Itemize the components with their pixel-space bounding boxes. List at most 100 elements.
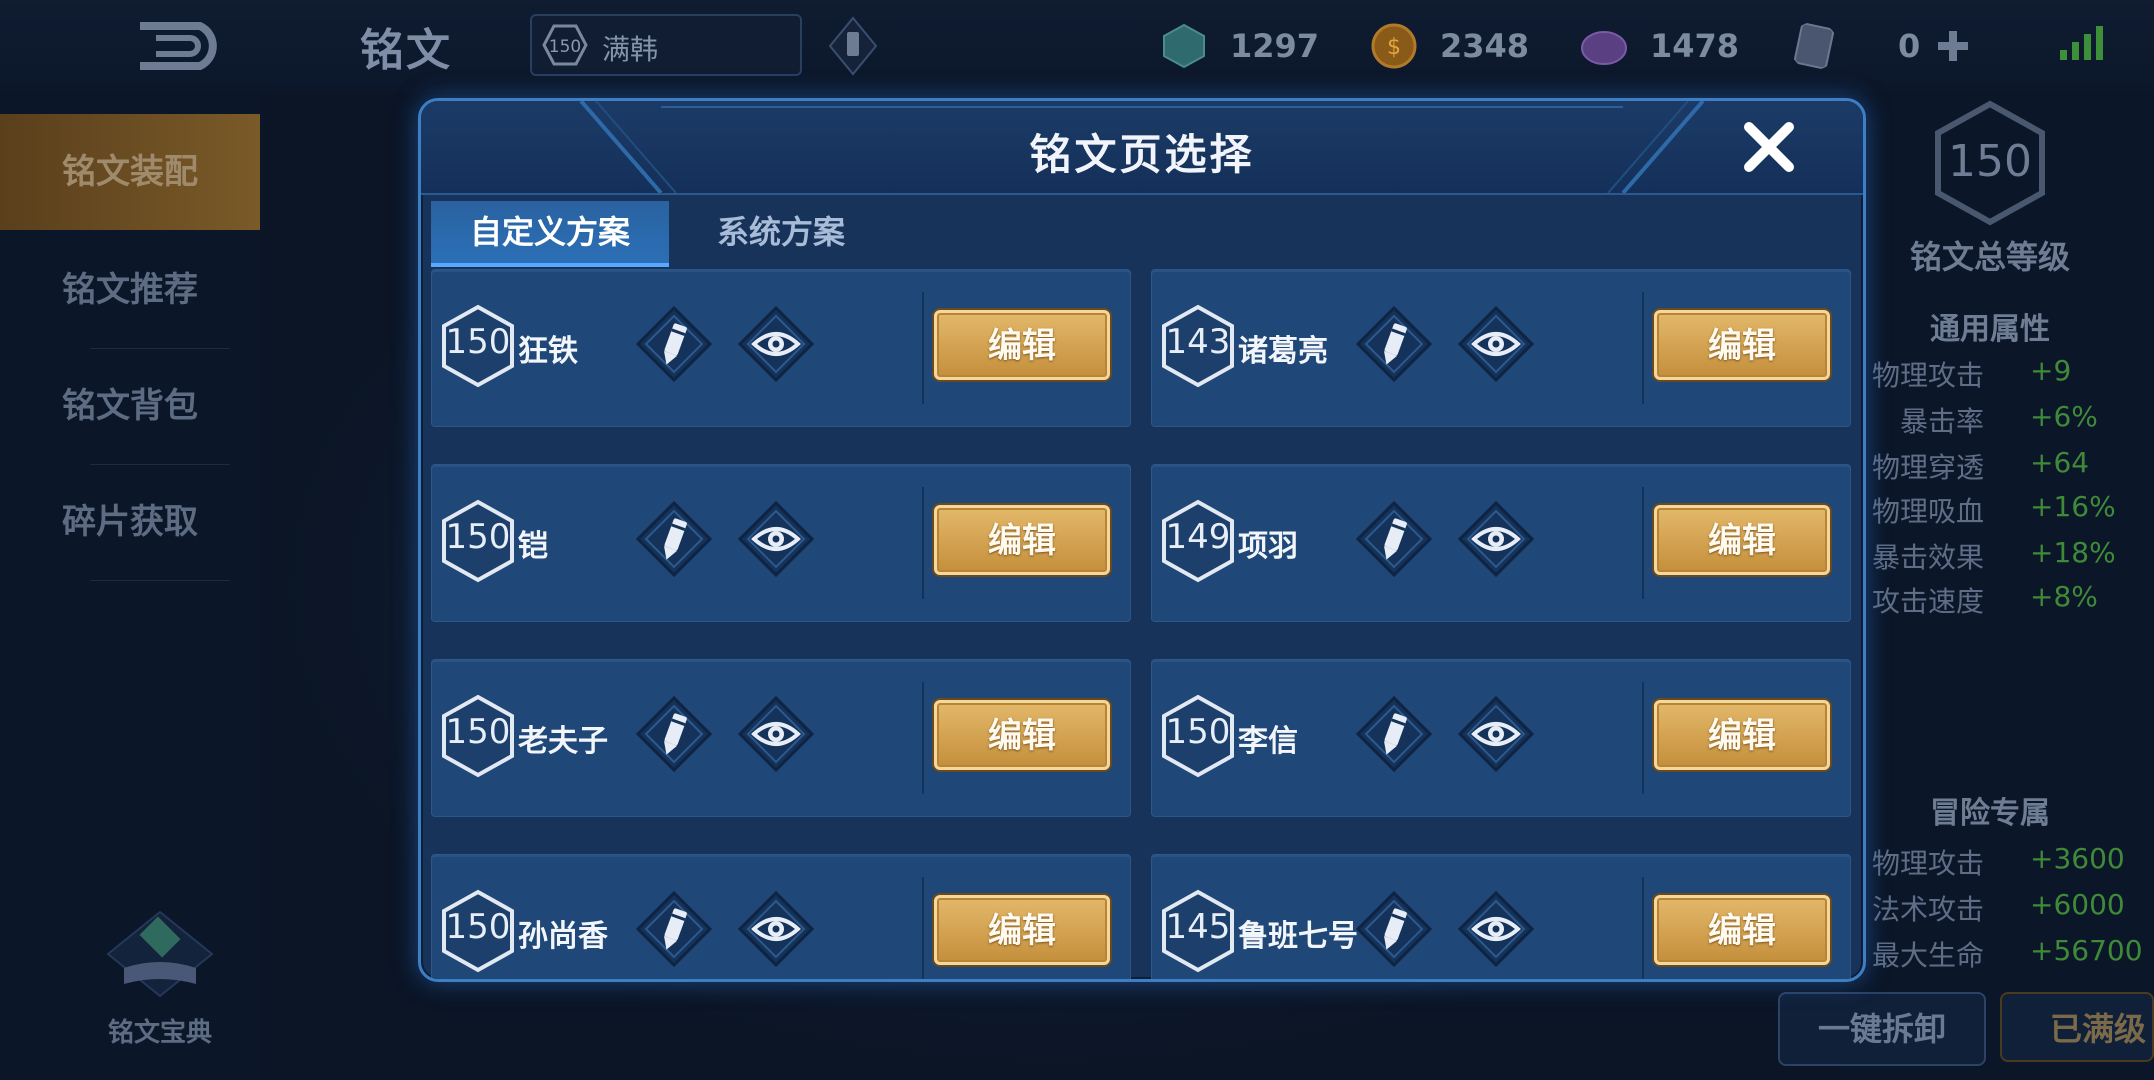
preview-eye-icon[interactable] <box>738 891 814 967</box>
edit-button[interactable]: 编辑 <box>934 895 1110 965</box>
rune-page-select-dialog: 铭文页选择 自定义方案 系统方案 150 狂铁 编辑 143 诸葛亮 编辑 15… <box>418 98 1866 982</box>
rune-page-level: 150 <box>445 907 511 947</box>
divider <box>1642 487 1644 599</box>
card-icon <box>1793 22 1835 70</box>
tab-custom[interactable]: 自定义方案 <box>431 201 669 267</box>
divider <box>922 292 924 404</box>
rune-page-card[interactable]: 150 老夫子 编辑 <box>431 659 1131 817</box>
rune-page-card[interactable]: 143 诸葛亮 编辑 <box>1151 269 1851 427</box>
rune-page-card[interactable]: 149 项羽 编辑 <box>1151 464 1851 622</box>
dialog-header: 铭文页选择 <box>421 101 1863 195</box>
stat-name: 暴击效果 <box>1871 541 1984 574</box>
rune-page-name: 李信 <box>1238 724 1298 759</box>
top-bar: 铭文 150 满韩 1297 $ 2348 1478 0 <box>0 0 2154 93</box>
total-level-label: 铭文总等级 <box>1909 238 2070 276</box>
currency-crystal: 1297 <box>1160 18 1319 74</box>
codex-label: 铭文宝典 <box>107 1018 212 1048</box>
rename-pencil-icon[interactable] <box>636 501 712 577</box>
sidebar-item-equip[interactable]: 铭文装配 <box>0 114 260 230</box>
rename-pencil-icon[interactable] <box>636 306 712 382</box>
edit-button[interactable]: 编辑 <box>1654 310 1830 380</box>
back-icon[interactable] <box>120 18 230 74</box>
rune-page-level: 145 <box>1165 907 1231 947</box>
maxed-button[interactable]: 已满级 <box>2000 992 2154 1062</box>
preview-eye-icon[interactable] <box>1458 306 1534 382</box>
rune-page-selector[interactable]: 150 满韩 <box>530 14 802 76</box>
tab-bar: 自定义方案 系统方案 <box>431 201 1851 267</box>
currency-gem: 1478 <box>1580 18 1739 74</box>
stat-row: 物理攻击 +3600 <box>1840 842 2154 882</box>
level-hex-icon: 150 <box>542 24 588 66</box>
rune-page-card[interactable]: 150 孙尚香 编辑 <box>431 854 1131 979</box>
preview-eye-icon[interactable] <box>1458 696 1534 772</box>
stat-name: 物理吸血 <box>1871 495 1984 528</box>
stat-value: +6% <box>2030 400 2098 433</box>
rune-page-card[interactable]: 150 铠 编辑 <box>431 464 1131 622</box>
rune-page-level: 150 <box>1165 712 1231 752</box>
currency-value: 0 <box>1898 27 1921 65</box>
edit-button[interactable]: 编辑 <box>1654 505 1830 575</box>
rune-page-name: 项羽 <box>1238 529 1298 564</box>
page-title: 铭文 <box>360 25 452 76</box>
stat-value: +8% <box>2030 580 2098 613</box>
rune-page-card[interactable]: 150 李信 编辑 <box>1151 659 1851 817</box>
stat-row: 物理穿透 +64 <box>1840 446 2154 486</box>
rune-page-card[interactable]: 150 狂铁 编辑 <box>431 269 1131 427</box>
preview-eye-icon[interactable] <box>738 501 814 577</box>
preview-eye-icon[interactable] <box>738 696 814 772</box>
rename-pencil-icon[interactable] <box>1356 891 1432 967</box>
preview-eye-icon[interactable] <box>738 306 814 382</box>
add-plus-icon[interactable] <box>1936 29 1970 63</box>
unequip-all-button[interactable]: 一键拆卸 <box>1778 992 1986 1066</box>
stat-row: 法术攻击 +6000 <box>1840 888 2154 928</box>
edit-button[interactable]: 编辑 <box>1654 895 1830 965</box>
rename-pencil-icon[interactable] <box>636 891 712 967</box>
preview-eye-icon[interactable] <box>1458 891 1534 967</box>
divider <box>1642 292 1644 404</box>
rename-pencil-icon[interactable] <box>636 696 712 772</box>
stat-value: +64 <box>2030 446 2090 479</box>
dialog-title: 铭文页选择 <box>1029 130 1255 179</box>
stat-value: +6000 <box>2030 888 2125 921</box>
rune-codex-button[interactable]: 铭文宝典 <box>100 910 220 1049</box>
tab-system[interactable]: 系统方案 <box>671 201 891 263</box>
divider <box>1642 682 1644 794</box>
rename-pencil-icon[interactable] <box>828 16 878 76</box>
rune-page-name: 鲁班七号 <box>1238 919 1358 954</box>
rename-pencil-icon[interactable] <box>1356 306 1432 382</box>
general-stats-title: 通用属性 <box>1930 312 2050 347</box>
rune-page-name: 老夫子 <box>518 724 608 759</box>
stat-row: 物理吸血 +16% <box>1840 490 2154 530</box>
stat-row: 暴击率 +6% <box>1840 400 2154 440</box>
edit-button[interactable]: 编辑 <box>934 310 1110 380</box>
stat-row: 攻击速度 +8% <box>1840 580 2154 620</box>
close-icon[interactable] <box>1739 117 1799 177</box>
divider <box>922 682 924 794</box>
divider <box>1642 877 1644 979</box>
edit-button[interactable]: 编辑 <box>934 505 1110 575</box>
stat-value: +3600 <box>2030 842 2125 875</box>
edit-button[interactable]: 编辑 <box>934 700 1110 770</box>
edit-button[interactable]: 编辑 <box>1654 700 1830 770</box>
sidebar-item-backpack[interactable]: 铭文背包 <box>0 348 260 464</box>
divider <box>922 877 924 979</box>
rename-pencil-icon[interactable] <box>1356 501 1432 577</box>
stat-name: 暴击率 <box>1899 405 1984 438</box>
stat-row: 最大生命 +56700 <box>1840 934 2154 974</box>
sidebar-item-fragments[interactable]: 碎片获取 <box>0 464 260 580</box>
sidebar-item-recommend[interactable]: 铭文推荐 <box>0 232 260 348</box>
preview-eye-icon[interactable] <box>1458 501 1534 577</box>
stat-name: 攻击速度 <box>1871 585 1984 618</box>
rune-page-card[interactable]: 145 鲁班七号 编辑 <box>1151 854 1851 979</box>
stat-name: 物理穿透 <box>1871 451 1984 484</box>
svg-text:150: 150 <box>1948 136 2032 187</box>
rune-page-level: 143 <box>1165 322 1231 362</box>
stat-row: 物理攻击 +9 <box>1840 354 2154 394</box>
rune-page-name: 孙尚香 <box>518 919 608 954</box>
divider <box>90 580 230 581</box>
divider <box>922 487 924 599</box>
rune-page-level: 149 <box>1165 517 1231 557</box>
stat-name: 最大生命 <box>1871 939 1984 972</box>
rename-pencil-icon[interactable] <box>1356 696 1432 772</box>
rune-page-name: 狂铁 <box>518 334 578 369</box>
